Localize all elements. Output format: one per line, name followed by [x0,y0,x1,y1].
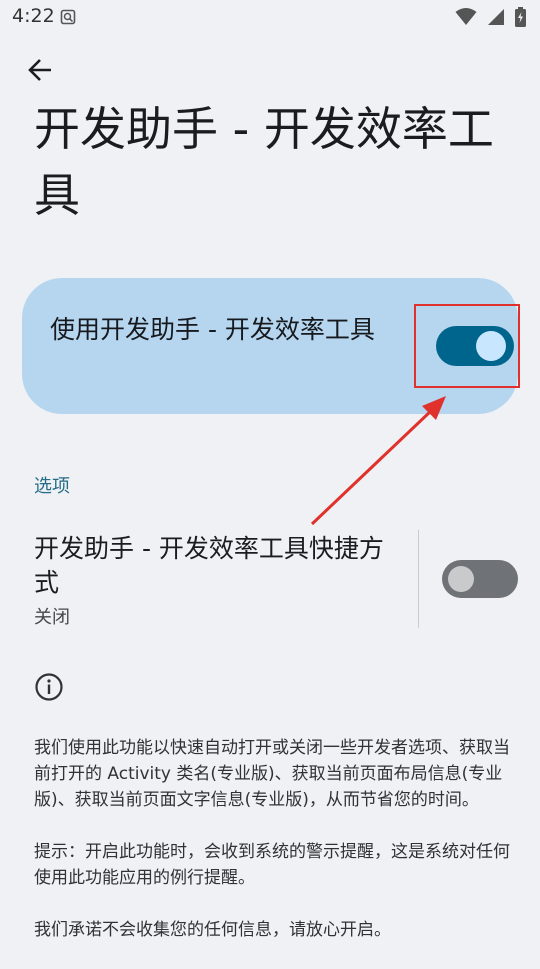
preference-divider [418,530,419,628]
shortcut-preference-summary: 关闭 [34,607,70,628]
shortcut-preference-title[interactable]: 开发助手 - 开发效率工具快捷方式 [34,532,404,600]
back-button[interactable] [20,56,60,88]
options-section-header: 选项 [34,476,70,497]
wifi-icon [455,8,477,30]
status-bar: 4:22 [0,0,540,36]
main-toggle-switch[interactable] [414,304,520,388]
switch-track [436,326,514,366]
page-title: 开发助手 - 开发效率工具 [34,102,494,222]
status-time: 4:22 [12,5,55,27]
battery-icon [515,7,526,31]
shortcut-toggle-switch[interactable] [442,560,518,598]
arrow-left-icon [27,58,53,86]
switch-thumb [448,566,474,592]
switch-thumb [476,331,506,361]
signal-icon [487,8,505,30]
status-icons [455,7,526,31]
footer-description: 我们使用此功能以快速自动打开或关闭一些开发者选项、获取当前打开的 Activit… [34,735,514,969]
main-toggle-label: 使用开发助手 - 开发效率工具 [50,315,375,344]
annotation-arrow [310,396,446,526]
footer-paragraph: 我们承诺不会收集您的任何信息，请放心开启。 [34,920,391,940]
footer-paragraph: 我们使用此功能以快速自动打开或关闭一些开发者选项、获取当前打开的 Activit… [34,738,510,810]
info-icon [34,672,64,706]
footer-paragraph: 提示：开启此功能时，会收到系统的警示提醒，这是系统对任何使用此功能应用的例行提醒… [34,842,510,888]
screenshot-notification-icon [60,9,76,29]
